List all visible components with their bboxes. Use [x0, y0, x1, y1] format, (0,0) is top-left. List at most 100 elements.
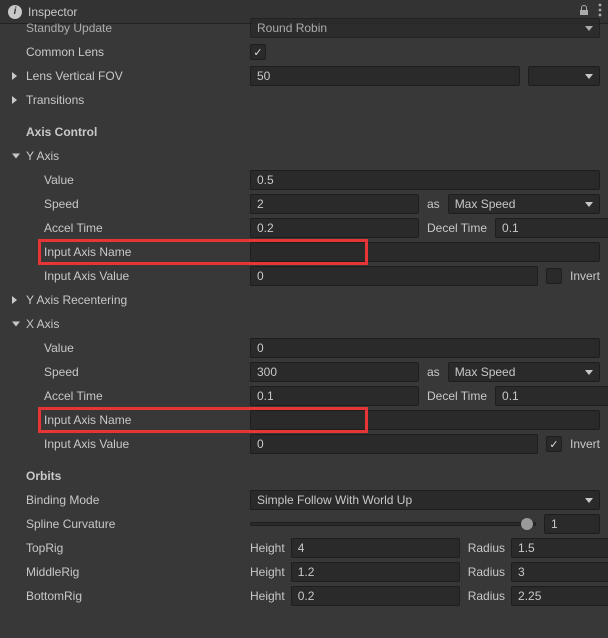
- foldout-icon[interactable]: [12, 96, 17, 104]
- y-axis-header: Y Axis: [8, 149, 250, 163]
- y-axis-decel-label: Decel Time: [427, 221, 487, 235]
- as-label: as: [427, 197, 440, 211]
- standby-update-select[interactable]: Round Robin: [250, 18, 600, 38]
- y-axis-input-value-row: Input Axis Value Invert: [8, 264, 600, 288]
- as-label: as: [427, 365, 440, 379]
- y-axis-invert-label: Invert: [570, 269, 600, 283]
- standby-update-row: Standby Update Round Robin: [8, 16, 600, 40]
- orbit-rig-row: TopRigHeight Radius: [8, 536, 600, 560]
- spline-curvature-row: Spline Curvature: [8, 512, 600, 536]
- transitions-row: Transitions: [8, 88, 600, 112]
- foldout-icon[interactable]: [12, 72, 17, 80]
- orbit-rig-row: MiddleRigHeight Radius: [8, 560, 600, 584]
- lens-fov-preset-select[interactable]: [528, 66, 600, 86]
- x-axis-speed-mode-select[interactable]: Max Speed: [448, 362, 600, 382]
- x-axis-input-value-label: Input Axis Value: [8, 437, 250, 451]
- spline-curvature-label: Spline Curvature: [8, 517, 250, 531]
- y-axis-input-name-field[interactable]: [250, 242, 600, 262]
- common-lens-label: Common Lens: [8, 45, 250, 59]
- x-axis-input-name-row: Input Axis Name: [8, 408, 600, 432]
- chevron-down-icon: [585, 26, 593, 31]
- orbit-height-label: Height: [250, 589, 285, 603]
- y-axis-input-value-label: Input Axis Value: [8, 269, 250, 283]
- x-axis-speed-label: Speed: [8, 365, 250, 379]
- x-axis-header: X Axis: [8, 317, 250, 331]
- y-axis-accel-label: Accel Time: [8, 221, 250, 235]
- orbit-radius-field[interactable]: [511, 538, 608, 558]
- chevron-down-icon: [585, 498, 593, 503]
- y-axis-speed-row: Speed as Max Speed: [8, 192, 600, 216]
- y-axis-accel-row: Accel Time Decel Time: [8, 216, 600, 240]
- orbit-rig-name: MiddleRig: [8, 565, 250, 579]
- foldout-icon[interactable]: [12, 154, 20, 159]
- orbit-radius-label: Radius: [468, 565, 505, 579]
- x-axis-input-name-label: Input Axis Name: [8, 413, 250, 427]
- chevron-down-icon: [585, 202, 593, 207]
- lens-fov-label: Lens Vertical FOV: [8, 69, 250, 83]
- x-axis-input-name-field[interactable]: [250, 410, 600, 430]
- x-axis-accel-field[interactable]: [250, 386, 419, 406]
- orbit-height-field[interactable]: [291, 586, 460, 606]
- x-axis-decel-field[interactable]: [495, 386, 608, 406]
- y-axis-speed-field[interactable]: [250, 194, 419, 214]
- y-axis-input-value-field[interactable]: [250, 266, 538, 286]
- orbit-rig-name: BottomRig: [8, 589, 250, 603]
- y-axis-recentering-label: Y Axis Recentering: [8, 293, 250, 307]
- binding-mode-row: Binding Mode Simple Follow With World Up: [8, 488, 600, 512]
- x-axis-input-value-row: Input Axis Value Invert: [8, 432, 600, 456]
- spline-curvature-field[interactable]: [544, 514, 600, 534]
- axis-control-header: Axis Control: [8, 120, 600, 144]
- spline-curvature-slider[interactable]: [250, 514, 536, 534]
- chevron-down-icon: [585, 74, 593, 79]
- orbit-height-field[interactable]: [291, 538, 460, 558]
- orbit-height-label: Height: [250, 541, 285, 555]
- y-axis-speed-mode-select[interactable]: Max Speed: [448, 194, 600, 214]
- lens-fov-row: Lens Vertical FOV: [8, 64, 600, 88]
- y-axis-value-label: Value: [8, 173, 250, 187]
- y-axis-value-field[interactable]: [250, 170, 600, 190]
- slider-thumb-icon[interactable]: [521, 518, 533, 530]
- common-lens-checkbox[interactable]: [250, 44, 266, 60]
- x-axis-speed-row: Speed as Max Speed: [8, 360, 600, 384]
- x-axis-invert-label: Invert: [570, 437, 600, 451]
- x-axis-header-row: X Axis: [8, 312, 600, 336]
- orbit-radius-label: Radius: [468, 589, 505, 603]
- common-lens-row: Common Lens: [8, 40, 600, 64]
- x-axis-decel-label: Decel Time: [427, 389, 487, 403]
- binding-mode-label: Binding Mode: [8, 493, 250, 507]
- lens-fov-field[interactable]: [250, 66, 520, 86]
- x-axis-speed-field[interactable]: [250, 362, 419, 382]
- transitions-label: Transitions: [8, 93, 250, 107]
- y-axis-recentering-row: Y Axis Recentering: [8, 288, 600, 312]
- x-axis-invert-checkbox[interactable]: [546, 436, 562, 452]
- x-axis-accel-label: Accel Time: [8, 389, 250, 403]
- orbit-rig-row: BottomRigHeight Radius: [8, 584, 600, 608]
- x-axis-input-value-field[interactable]: [250, 434, 538, 454]
- y-axis-decel-field[interactable]: [495, 218, 608, 238]
- orbits-header: Orbits: [8, 469, 250, 483]
- orbit-rig-name: TopRig: [8, 541, 250, 555]
- y-axis-invert-checkbox[interactable]: [546, 268, 562, 284]
- inspector-content: Standby Update Round Robin Common Lens L…: [0, 24, 608, 616]
- binding-mode-select[interactable]: Simple Follow With World Up: [250, 490, 600, 510]
- y-axis-speed-label: Speed: [8, 197, 250, 211]
- y-axis-input-name-row: Input Axis Name: [8, 240, 600, 264]
- orbit-height-label: Height: [250, 565, 285, 579]
- orbit-height-field[interactable]: [291, 562, 460, 582]
- orbit-radius-field[interactable]: [511, 586, 608, 606]
- chevron-down-icon: [585, 370, 593, 375]
- foldout-icon[interactable]: [12, 322, 20, 327]
- y-axis-value-row: Value: [8, 168, 600, 192]
- orbit-radius-field[interactable]: [511, 562, 608, 582]
- x-axis-value-label: Value: [8, 341, 250, 355]
- y-axis-input-name-label: Input Axis Name: [8, 245, 250, 259]
- foldout-icon[interactable]: [12, 296, 17, 304]
- standby-update-label: Standby Update: [8, 21, 250, 35]
- x-axis-value-field[interactable]: [250, 338, 600, 358]
- x-axis-accel-row: Accel Time Decel Time: [8, 384, 600, 408]
- orbits-header-row: Orbits: [8, 464, 600, 488]
- orbit-radius-label: Radius: [468, 541, 505, 555]
- y-axis-accel-field[interactable]: [250, 218, 419, 238]
- x-axis-value-row: Value: [8, 336, 600, 360]
- y-axis-header-row: Y Axis: [8, 144, 600, 168]
